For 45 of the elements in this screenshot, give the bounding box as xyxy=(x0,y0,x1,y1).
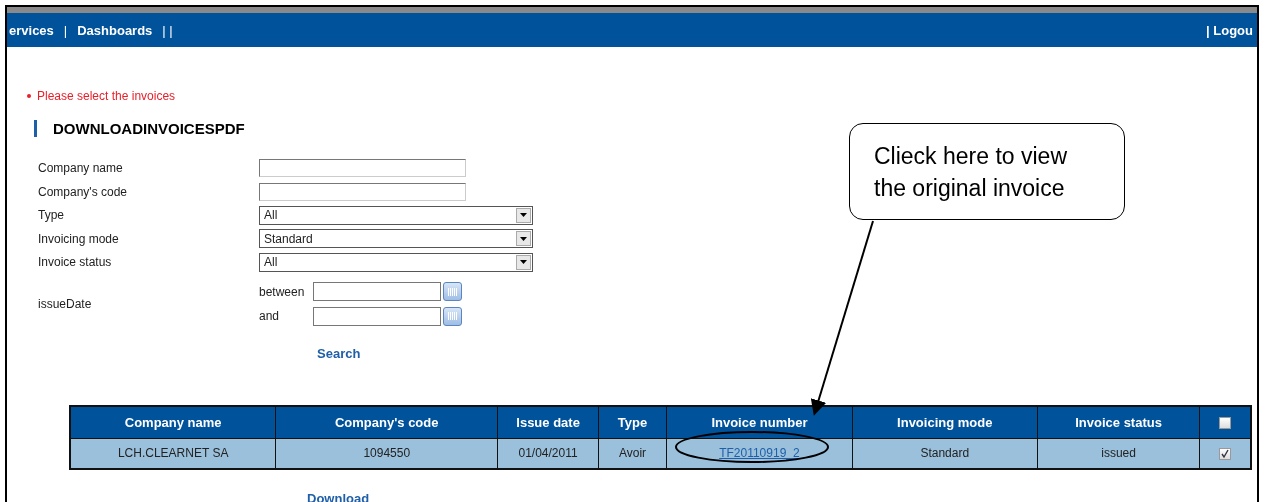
nav-link[interactable]: Dashboards xyxy=(77,22,153,38)
column-header: Company name xyxy=(70,405,276,438)
column-header: Invoice number xyxy=(666,405,853,438)
callout-box: Clieck here to view the original invoice xyxy=(849,123,1125,220)
field-label: Invoicing mode xyxy=(38,231,120,246)
date-field[interactable] xyxy=(313,306,441,326)
dropdown-caret-icon[interactable] xyxy=(516,254,531,270)
field-label: and xyxy=(259,309,281,324)
column-header: Type xyxy=(598,405,667,438)
field-label: Company name xyxy=(38,161,124,176)
dropdown[interactable]: All xyxy=(259,205,533,225)
separator: | | xyxy=(162,22,173,38)
search-link[interactable]: Search xyxy=(317,345,361,361)
column-header: Invoice status xyxy=(1037,405,1200,438)
table-cell: issued xyxy=(1037,438,1200,469)
dropdown-caret-icon[interactable] xyxy=(516,231,531,247)
field-label: Company's code xyxy=(38,184,128,199)
table-cell: Standard xyxy=(852,438,1038,469)
checkbox[interactable] xyxy=(1219,417,1232,430)
field-label: Type xyxy=(38,208,65,223)
bullet-icon xyxy=(27,94,31,98)
logout-link[interactable]: | Logou xyxy=(1206,22,1253,38)
table-cell: Avoir xyxy=(598,438,667,469)
column-header: Issue date xyxy=(497,405,599,438)
table-cell: 01/04/2011 xyxy=(497,438,599,469)
error-message: Please select the invoices xyxy=(37,89,176,103)
table-cell: 1094550 xyxy=(275,438,498,469)
download-link[interactable]: Download xyxy=(307,490,370,502)
date-field[interactable] xyxy=(313,282,441,302)
column-header: Company's code xyxy=(275,405,498,438)
field-label: between xyxy=(259,284,306,299)
separator: | xyxy=(63,22,68,38)
text-field[interactable] xyxy=(259,159,466,178)
column-header: Invoicing mode xyxy=(852,405,1038,438)
dropdown[interactable]: All xyxy=(259,252,533,272)
calendar-icon[interactable] xyxy=(443,306,462,326)
nav-link[interactable]: ervices xyxy=(9,22,54,38)
dropdown[interactable]: Standard xyxy=(259,229,533,249)
text-field[interactable] xyxy=(259,182,466,201)
table-cell: LCH.CLEARNET SA xyxy=(70,438,276,469)
checkbox[interactable] xyxy=(1219,447,1232,460)
field-label: Invoice status xyxy=(38,255,113,270)
dropdown-caret-icon[interactable] xyxy=(516,207,531,223)
field-label: issueDate xyxy=(38,297,93,311)
calendar-icon[interactable] xyxy=(443,282,462,302)
